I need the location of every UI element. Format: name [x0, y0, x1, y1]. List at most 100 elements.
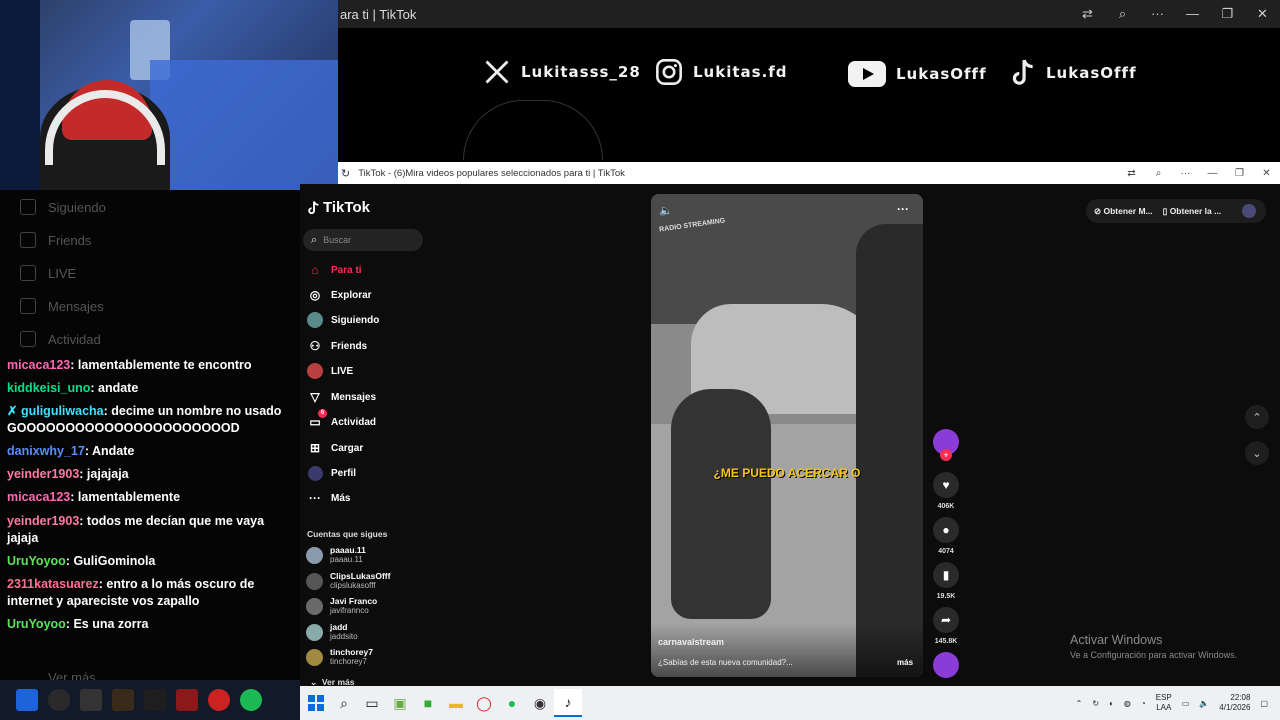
social-banner: Lukitasss_28 Lukitas.fd LukasOfff LukasO…: [338, 28, 1280, 162]
video-author[interactable]: carnavalstream: [658, 637, 724, 647]
creator-avatar-button[interactable]: +: [932, 429, 960, 461]
music-disc-button[interactable]: [932, 652, 960, 678]
clock[interactable]: 22:08 4/1/2026: [1219, 693, 1250, 713]
like-button[interactable]: ♥ 406K: [932, 472, 960, 510]
follow-plus-icon[interactable]: +: [940, 449, 952, 461]
reload-icon[interactable]: ↻: [341, 167, 350, 180]
save-button[interactable]: ▮ 19.5K: [932, 562, 960, 600]
get-app-button[interactable]: ⊘ Obtener M...: [1094, 206, 1153, 217]
nav-item-mensajes[interactable]: ▽ Mensajes: [307, 389, 376, 405]
task-view-icon[interactable]: [80, 689, 102, 711]
video-player[interactable]: RADIO STREAMING ¿ME PUEDO ACERCAR O 🔈 ··…: [651, 194, 923, 677]
search-input[interactable]: ⌕ Buscar: [303, 229, 423, 251]
app-icon[interactable]: ◉: [526, 689, 554, 717]
system-tray: ⌃ ↻ ◐ ◍ ◔ ESP LAA ▭ 🔈 22:08 4/1/2026 ▢: [1076, 693, 1280, 713]
file-explorer-icon[interactable]: ▬: [442, 689, 470, 717]
microphone-icon[interactable]: ◐: [1109, 699, 1114, 708]
opera-icon[interactable]: ◯: [470, 689, 498, 717]
chevron-up-icon[interactable]: ⌃: [1076, 699, 1083, 708]
translate-icon[interactable]: ⇄: [1070, 6, 1105, 22]
opera-icon[interactable]: [208, 689, 230, 711]
social-youtube: LukasOfff: [848, 61, 987, 87]
windows-start-icon[interactable]: [302, 689, 330, 717]
volume-icon[interactable]: 🔈: [659, 204, 673, 217]
chevron-up-icon: ⌃: [1252, 411, 1262, 424]
maximize-button[interactable]: ❐: [1210, 6, 1245, 22]
chat-message: 2311katasuarez: entro a lo más oscuro de…: [7, 577, 255, 608]
sync-icon[interactable]: ↻: [1092, 699, 1099, 708]
nav-item-perfil[interactable]: Perfil: [307, 465, 356, 481]
search-icon: ⌕: [311, 233, 318, 246]
close-button[interactable]: ✕: [1245, 6, 1280, 22]
nav-item-actividad[interactable]: ▭ 6 Actividad: [307, 409, 376, 430]
more-options-icon[interactable]: ···: [1140, 6, 1175, 22]
search-icon[interactable]: [48, 689, 70, 711]
task-view-icon[interactable]: ▭: [358, 689, 386, 717]
app-icon[interactable]: ▣: [386, 689, 414, 717]
volume-icon[interactable]: 🔈: [1199, 699, 1209, 708]
activity-icon: ▭ 6: [307, 409, 327, 430]
notifications-icon[interactable]: ▢: [1260, 699, 1268, 708]
social-x: Lukitasss_28: [483, 58, 641, 86]
avatar: +: [933, 429, 959, 461]
spotify-icon[interactable]: [240, 689, 262, 711]
zoom-icon[interactable]: ⌕: [1105, 6, 1140, 22]
ghost-nav-item: Siguiendo: [20, 199, 106, 215]
app-icon[interactable]: [144, 689, 166, 711]
following-account[interactable]: Javi Franco javifrannco: [306, 597, 377, 615]
maximize-button[interactable]: ❐: [1226, 168, 1253, 179]
heart-icon: ♥: [933, 472, 959, 498]
windows-start-icon[interactable]: [16, 689, 38, 711]
nav-item-siguiendo[interactable]: Siguiendo: [307, 312, 379, 328]
webcam-background-wall: [0, 0, 40, 190]
social-handle: LukasOfff: [896, 65, 987, 83]
nav-item-para-ti[interactable]: ⌂ Para ti: [307, 262, 361, 278]
nav-item-explorar[interactable]: ◎ Explorar: [307, 287, 372, 303]
chat-message: yeinder1903: todos me decían que me vaya…: [7, 514, 265, 545]
video-more-icon[interactable]: ···: [897, 202, 909, 216]
previous-video-button[interactable]: ⌃: [1245, 405, 1269, 429]
network-icon[interactable]: ◔: [1141, 699, 1146, 708]
chat-message: micaca123: lamentablemente te encontro: [7, 358, 252, 372]
following-account[interactable]: ClipsLukasOfff clipslukasofff: [306, 572, 390, 590]
spotify-icon[interactable]: ●: [498, 689, 526, 717]
avatar: [306, 572, 323, 590]
nav-item-mas[interactable]: ··· Más: [307, 490, 350, 506]
nav-item-friends[interactable]: ⚇ Friends: [307, 338, 368, 354]
get-desktop-button[interactable]: ▯ Obtener la ...: [1163, 206, 1222, 217]
minimize-button[interactable]: —: [1199, 168, 1226, 179]
next-video-button[interactable]: ⌄: [1245, 441, 1269, 465]
more-options-icon[interactable]: ···: [1172, 168, 1199, 179]
profile-avatar[interactable]: [1242, 204, 1256, 218]
ghost-nav-item: LIVE: [20, 265, 76, 281]
minecraft-icon[interactable]: ■: [414, 689, 442, 717]
minimize-button[interactable]: —: [1175, 6, 1210, 22]
translate-icon[interactable]: ⇄: [1118, 168, 1145, 179]
close-button[interactable]: ✕: [1253, 168, 1280, 179]
outer-window-title: ara ti | TikTok: [340, 6, 417, 22]
tiktok-taskbar-icon[interactable]: ♪: [554, 689, 582, 717]
battery-icon[interactable]: ▭: [1182, 699, 1190, 708]
search-icon[interactable]: ⌕: [330, 689, 358, 717]
more-icon: ···: [309, 491, 321, 505]
video-more-link[interactable]: más: [897, 658, 913, 667]
left-taskbar: [0, 680, 300, 720]
following-account[interactable]: tinchorey7 tinchorey7: [306, 648, 373, 666]
nav-item-cargar[interactable]: ⊞ Cargar: [307, 440, 363, 456]
app-icon[interactable]: [112, 689, 134, 711]
language-indicator[interactable]: ESP LAA: [1156, 693, 1172, 713]
webcam-feed: [0, 0, 338, 190]
share-button[interactable]: ➦ 145.8K: [932, 607, 960, 645]
following-account[interactable]: jadd jaddsito: [306, 623, 358, 641]
nav-item-live[interactable]: LIVE: [307, 363, 353, 379]
chat-message: yeinder1903: jajajaja: [7, 467, 129, 481]
comment-button[interactable]: ● 4074: [932, 517, 960, 555]
zoom-icon[interactable]: ⌕: [1145, 168, 1172, 179]
app-icon[interactable]: [176, 689, 198, 711]
following-account[interactable]: paaau.11 paaau.11: [306, 546, 366, 564]
tiktok-logo[interactable]: TikTok: [307, 199, 370, 216]
app-tray-icon[interactable]: ◍: [1124, 699, 1131, 708]
ghost-nav-item: Actividad: [20, 331, 101, 347]
send-icon: ▽: [310, 390, 320, 404]
instagram-icon: [656, 59, 682, 85]
